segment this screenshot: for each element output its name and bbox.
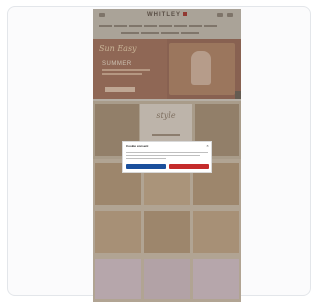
accept-cookies-button[interactable] bbox=[126, 164, 166, 169]
cookie-consent-dialog: Cookie consent × bbox=[122, 141, 212, 173]
decline-cookies-button[interactable] bbox=[169, 164, 209, 169]
dialog-text-line bbox=[126, 158, 166, 159]
dialog-text-line bbox=[126, 155, 200, 156]
close-icon[interactable]: × bbox=[205, 143, 210, 148]
dialog-text-line bbox=[126, 152, 208, 153]
dialog-title: Cookie consent bbox=[126, 144, 149, 148]
